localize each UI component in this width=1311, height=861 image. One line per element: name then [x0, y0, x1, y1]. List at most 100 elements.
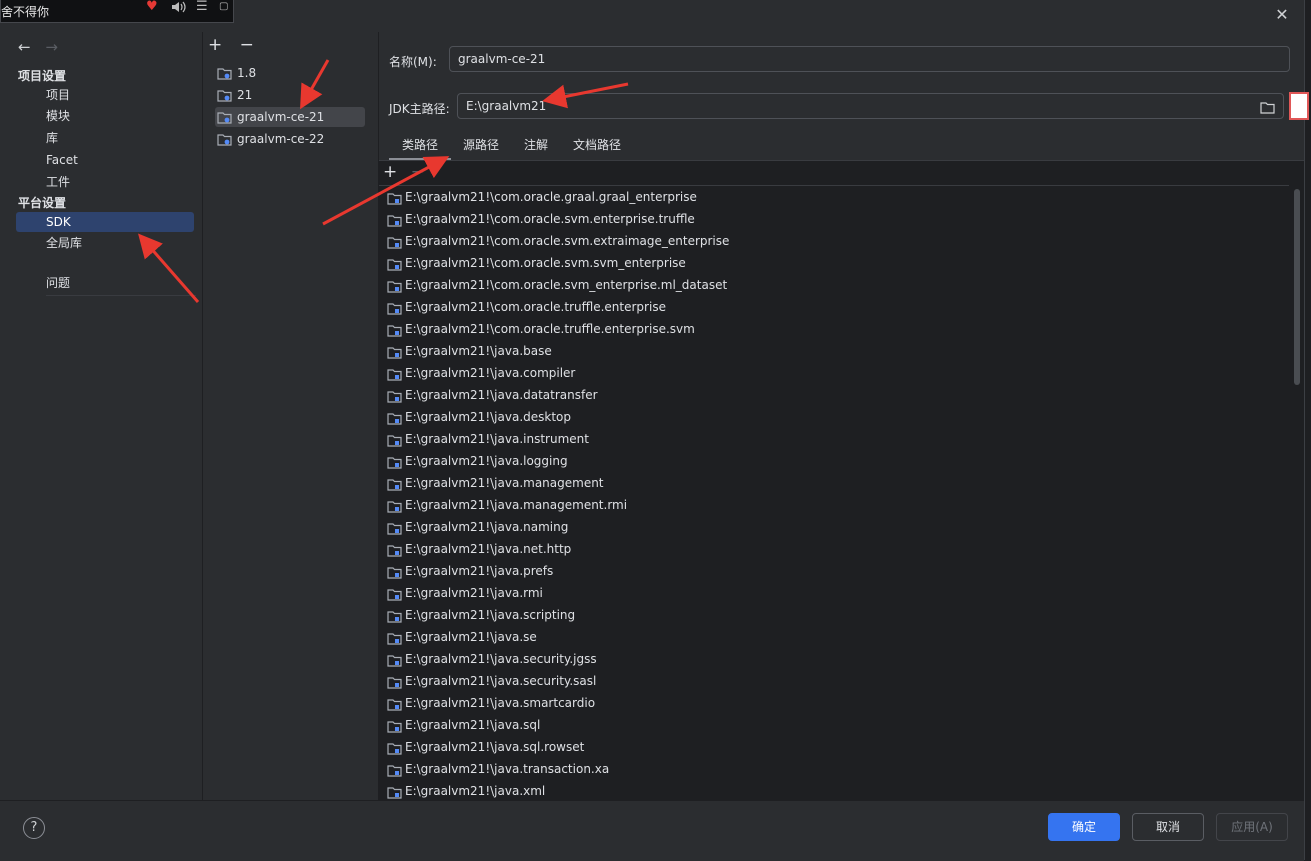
- sdk-item-selected[interactable]: graalvm-ce-21: [215, 107, 365, 127]
- classpath-row[interactable]: E:\graalvm21!\java.desktop: [379, 406, 1289, 428]
- classpath-row-label: E:\graalvm21!\com.oracle.svm.enterprise.…: [405, 212, 695, 226]
- sdk-item-label: graalvm-ce-22: [237, 132, 325, 146]
- vertical-scrollbar[interactable]: [1294, 189, 1300, 385]
- playlist-icon[interactable]: ☰: [196, 0, 208, 14]
- project-settings-heading: 项目设置: [18, 69, 67, 83]
- classpath-row[interactable]: E:\graalvm21!\com.oracle.truffle.enterpr…: [379, 296, 1289, 318]
- classpath-row-label: E:\graalvm21!\java.instrument: [405, 432, 589, 446]
- classpath-row-label: E:\graalvm21!\com.oracle.graal.graal_ent…: [405, 190, 697, 204]
- classpath-row-label: E:\graalvm21!\java.xml: [405, 784, 546, 798]
- restore-icon[interactable]: ▢: [219, 0, 228, 14]
- nav-item-project[interactable]: 项目: [16, 85, 194, 105]
- sdk-name-field[interactable]: graalvm-ce-21: [449, 46, 1290, 72]
- ok-button[interactable]: 确定: [1048, 813, 1120, 841]
- classpath-row[interactable]: E:\graalvm21!\com.oracle.svm_enterprise.…: [379, 274, 1289, 296]
- classpath-row-label: E:\graalvm21!\java.sql: [405, 718, 541, 732]
- classpath-row[interactable]: E:\graalvm21!\java.logging: [379, 450, 1289, 472]
- volume-icon[interactable]: [171, 0, 186, 14]
- classpath-row[interactable]: E:\graalvm21!\java.naming: [379, 516, 1289, 538]
- classpath-row[interactable]: E:\graalvm21!\java.sql: [379, 714, 1289, 736]
- classpath-row-label: E:\graalvm21!\java.base: [405, 344, 552, 358]
- nav-item-modules[interactable]: 模块: [16, 106, 194, 126]
- classpath-row[interactable]: E:\graalvm21!\java.security.sasl: [379, 670, 1289, 692]
- nav-item-problems[interactable]: 问题: [16, 273, 194, 293]
- heart-icon[interactable]: ♥: [146, 0, 158, 14]
- classpath-row[interactable]: E:\graalvm21!\java.base: [379, 340, 1289, 362]
- tab-annotations[interactable]: 注解: [524, 132, 548, 158]
- classpath-list[interactable]: E:\graalvm21!\com.oracle.graal.graal_ent…: [379, 185, 1289, 802]
- sdk-folder-icon: [217, 88, 232, 108]
- sdk-item[interactable]: 1.8: [215, 63, 365, 83]
- remove-sdk-icon[interactable]: −: [240, 35, 254, 55]
- classpath-row-label: E:\graalvm21!\com.oracle.truffle.enterpr…: [405, 300, 666, 314]
- nav-item-sdk[interactable]: SDK: [16, 212, 194, 232]
- classpath-row[interactable]: E:\graalvm21!\com.oracle.truffle.enterpr…: [379, 318, 1289, 340]
- classpath-row-label: E:\graalvm21!\java.prefs: [405, 564, 554, 578]
- classpath-row[interactable]: E:\graalvm21!\java.transaction.xa: [379, 758, 1289, 780]
- classpath-row-label: E:\graalvm21!\java.security.jgss: [405, 652, 597, 666]
- classpath-row-label: E:\graalvm21!\com.oracle.truffle.enterpr…: [405, 322, 695, 336]
- add-sdk-icon[interactable]: +: [208, 35, 222, 55]
- platform-settings-heading: 平台设置: [18, 196, 67, 210]
- tab-sourcepath[interactable]: 源路径: [463, 132, 499, 158]
- tab-docpath[interactable]: 文档路径: [573, 132, 621, 158]
- classpath-row-label: E:\graalvm21!\java.logging: [405, 454, 568, 468]
- sdk-folder-icon: [217, 66, 232, 86]
- help-icon[interactable]: ?: [23, 817, 45, 839]
- classpath-row[interactable]: E:\graalvm21!\java.management.rmi: [379, 494, 1289, 516]
- jdk-home-label: JDK主路径:: [389, 102, 450, 116]
- classpath-row[interactable]: E:\graalvm21!\java.security.jgss: [379, 648, 1289, 670]
- cancel-button[interactable]: 取消: [1132, 813, 1204, 841]
- browse-folder-icon[interactable]: [1260, 98, 1275, 122]
- classpath-row[interactable]: E:\graalvm21!\java.rmi: [379, 582, 1289, 604]
- classpath-row-label: E:\graalvm21!\java.naming: [405, 520, 569, 534]
- remove-path-icon[interactable]: −: [411, 162, 425, 182]
- classpath-row[interactable]: E:\graalvm21!\java.net.http: [379, 538, 1289, 560]
- project-structure-dialog: ✕ 舍不得你 ♥ ☰ ▢ ← → 项目设置 项目 模块 库 Facet 工件 平…: [0, 0, 1309, 861]
- classpath-row[interactable]: E:\graalvm21!\java.management: [379, 472, 1289, 494]
- classpath-row-label: E:\graalvm21!\java.management: [405, 476, 604, 490]
- sdk-detail-pane: 名称(M): graalvm-ce-21 JDK主路径: E:\graalvm2…: [379, 32, 1309, 802]
- classpath-row-label: E:\graalvm21!\java.datatransfer: [405, 388, 598, 402]
- sdk-item[interactable]: 21: [215, 85, 365, 105]
- dialog-footer: ? 确定 取消 应用(A): [0, 800, 1304, 861]
- sdk-folder-icon: [217, 110, 232, 130]
- jdk-home-value: E:\graalvm21: [466, 99, 547, 113]
- classpath-row[interactable]: E:\graalvm21!\com.oracle.svm.enterprise.…: [379, 208, 1289, 230]
- classpath-row[interactable]: E:\graalvm21!\com.oracle.graal.graal_ent…: [379, 186, 1289, 208]
- sdk-toolbar: + −: [208, 35, 266, 55]
- tab-classpath[interactable]: 类路径: [389, 132, 451, 160]
- classpath-row[interactable]: E:\graalvm21!\java.instrument: [379, 428, 1289, 450]
- classpath-row[interactable]: E:\graalvm21!\java.xml: [379, 780, 1289, 802]
- classpath-row[interactable]: E:\graalvm21!\java.sql.rowset: [379, 736, 1289, 758]
- nav-item-libraries[interactable]: 库: [16, 128, 194, 148]
- classpath-row-label: E:\graalvm21!\com.oracle.svm.extraimage_…: [405, 234, 730, 248]
- sdk-folder-icon: [217, 132, 232, 152]
- jdk-home-field[interactable]: E:\graalvm21: [457, 93, 1284, 119]
- add-path-icon[interactable]: +: [383, 162, 397, 182]
- classpath-row-label: E:\graalvm21!\java.sql.rowset: [405, 740, 585, 754]
- apply-button[interactable]: 应用(A): [1216, 813, 1288, 841]
- classpath-row[interactable]: E:\graalvm21!\com.oracle.svm.svm_enterpr…: [379, 252, 1289, 274]
- nav-item-artifacts[interactable]: 工件: [16, 172, 194, 192]
- classpath-row-label: E:\graalvm21!\java.management.rmi: [405, 498, 628, 512]
- classpath-row[interactable]: E:\graalvm21!\com.oracle.svm.extraimage_…: [379, 230, 1289, 252]
- back-arrow-icon[interactable]: ←: [18, 38, 31, 56]
- forward-arrow-icon[interactable]: →: [45, 38, 58, 56]
- nav-item-facets[interactable]: Facet: [16, 150, 194, 170]
- classpath-row[interactable]: E:\graalvm21!\java.compiler: [379, 362, 1289, 384]
- classpath-toolbar: + −: [383, 161, 433, 185]
- sdk-item[interactable]: graalvm-ce-22: [215, 129, 365, 149]
- classpath-row-label: E:\graalvm21!\com.oracle.svm_enterprise.…: [405, 278, 728, 292]
- classpath-row-label: E:\graalvm21!\java.desktop: [405, 410, 571, 424]
- classpath-row[interactable]: E:\graalvm21!\java.prefs: [379, 560, 1289, 582]
- classpath-row[interactable]: E:\graalvm21!\java.scripting: [379, 604, 1289, 626]
- classpath-row[interactable]: E:\graalvm21!\java.se: [379, 626, 1289, 648]
- highlight-marker: [1289, 92, 1309, 120]
- classpath-row[interactable]: E:\graalvm21!\java.smartcardio: [379, 692, 1289, 714]
- close-icon[interactable]: ✕: [1274, 7, 1290, 23]
- nav-item-global-libraries[interactable]: 全局库: [16, 233, 194, 253]
- history-nav: ← →: [18, 38, 68, 56]
- song-title: 舍不得你: [1, 5, 50, 19]
- classpath-row[interactable]: E:\graalvm21!\java.datatransfer: [379, 384, 1289, 406]
